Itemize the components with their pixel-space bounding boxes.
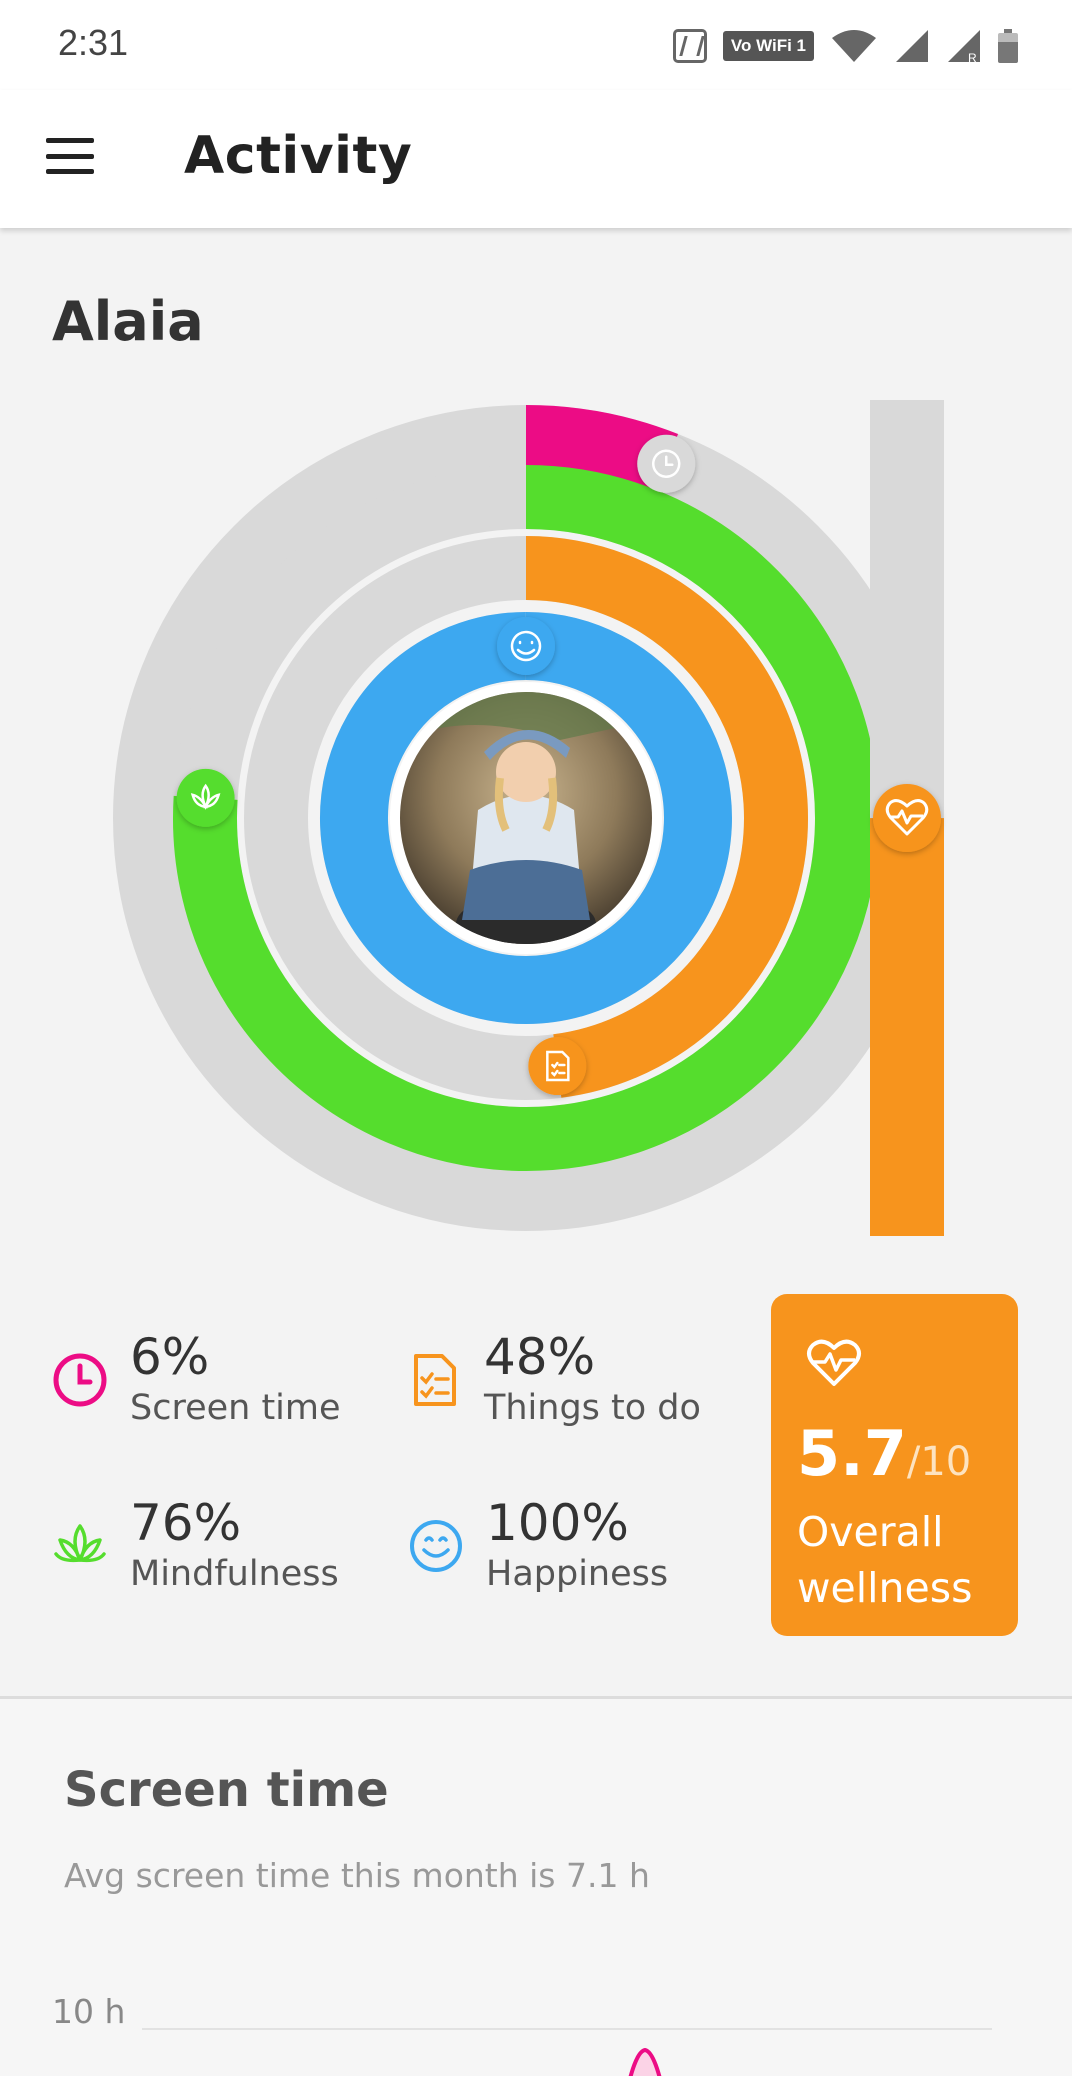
overall-wellness-card[interactable]: 5.7/10 Overall wellness — [771, 1294, 1018, 1636]
screen-time-peak — [628, 2047, 662, 2076]
stat-value: 76% — [130, 1494, 242, 1552]
page-title: Activity — [184, 126, 413, 186]
smiley-icon — [410, 1520, 462, 1572]
ring-happiness-badge — [497, 617, 555, 675]
lotus-icon — [54, 1524, 106, 1563]
profile-name: Alaia — [52, 290, 204, 353]
stat-label: Things to do — [484, 1388, 701, 1428]
app-bar: Activity — [0, 90, 1072, 228]
wifi-icon — [832, 30, 876, 62]
nfc-icon — [672, 29, 707, 63]
stat-value: 48% — [484, 1328, 596, 1386]
ring-mindfulness-badge — [176, 768, 235, 827]
menu-icon[interactable] — [46, 138, 94, 174]
stat-label: Screen time — [130, 1388, 341, 1428]
signal-icon — [896, 30, 928, 62]
stat-happiness: 100% Happiness — [408, 1494, 668, 1596]
wellness-score-denominator: /10 — [906, 1439, 972, 1485]
stat-label: Mindfulness — [130, 1554, 339, 1594]
heart-pulse-icon — [807, 1339, 861, 1386]
stat-value: 6% — [130, 1328, 210, 1386]
wellness-heart-badge — [873, 784, 941, 852]
ring-things-to-do-badge — [528, 1037, 587, 1096]
checklist-icon — [414, 1354, 456, 1406]
chart-gridline — [142, 2028, 992, 2030]
stat-value: 100% — [486, 1494, 629, 1552]
wifi-calling-badge: Vo WiFi 1 — [722, 31, 814, 61]
screen-time-subtitle: Avg screen time this month is 7.1 h — [64, 1856, 650, 1895]
wellness-label-line1: Overall — [797, 1508, 944, 1556]
wellness-score: 5.7/10 — [797, 1420, 996, 1504]
activity-rings-chart — [113, 400, 944, 1236]
stat-things-to-do: 48% Things to do — [406, 1328, 701, 1430]
status-icons: Vo WiFi 1 R — [672, 26, 1018, 66]
status-time: 2:31 — [58, 22, 129, 63]
stat-label: Happiness — [486, 1554, 669, 1594]
stat-mindfulness: 76% Mindfulness — [52, 1494, 339, 1596]
svg-text:R: R — [968, 51, 977, 64]
y-axis-label: 10 h — [52, 1992, 126, 2031]
wellness-score-value: 5.7 — [797, 1417, 907, 1490]
wellness-label-line2: wellness — [797, 1564, 973, 1612]
clock-icon — [53, 1353, 107, 1407]
battery-icon — [998, 29, 1018, 63]
status-bar: 2:31 Vo WiFi 1 R — [0, 0, 1072, 90]
wellness-bar-fill — [870, 818, 944, 1236]
signal-roaming-icon: R — [948, 30, 980, 64]
stat-screen-time: 6% Screen time — [52, 1328, 341, 1430]
screen-time-title: Screen time — [64, 1762, 389, 1818]
